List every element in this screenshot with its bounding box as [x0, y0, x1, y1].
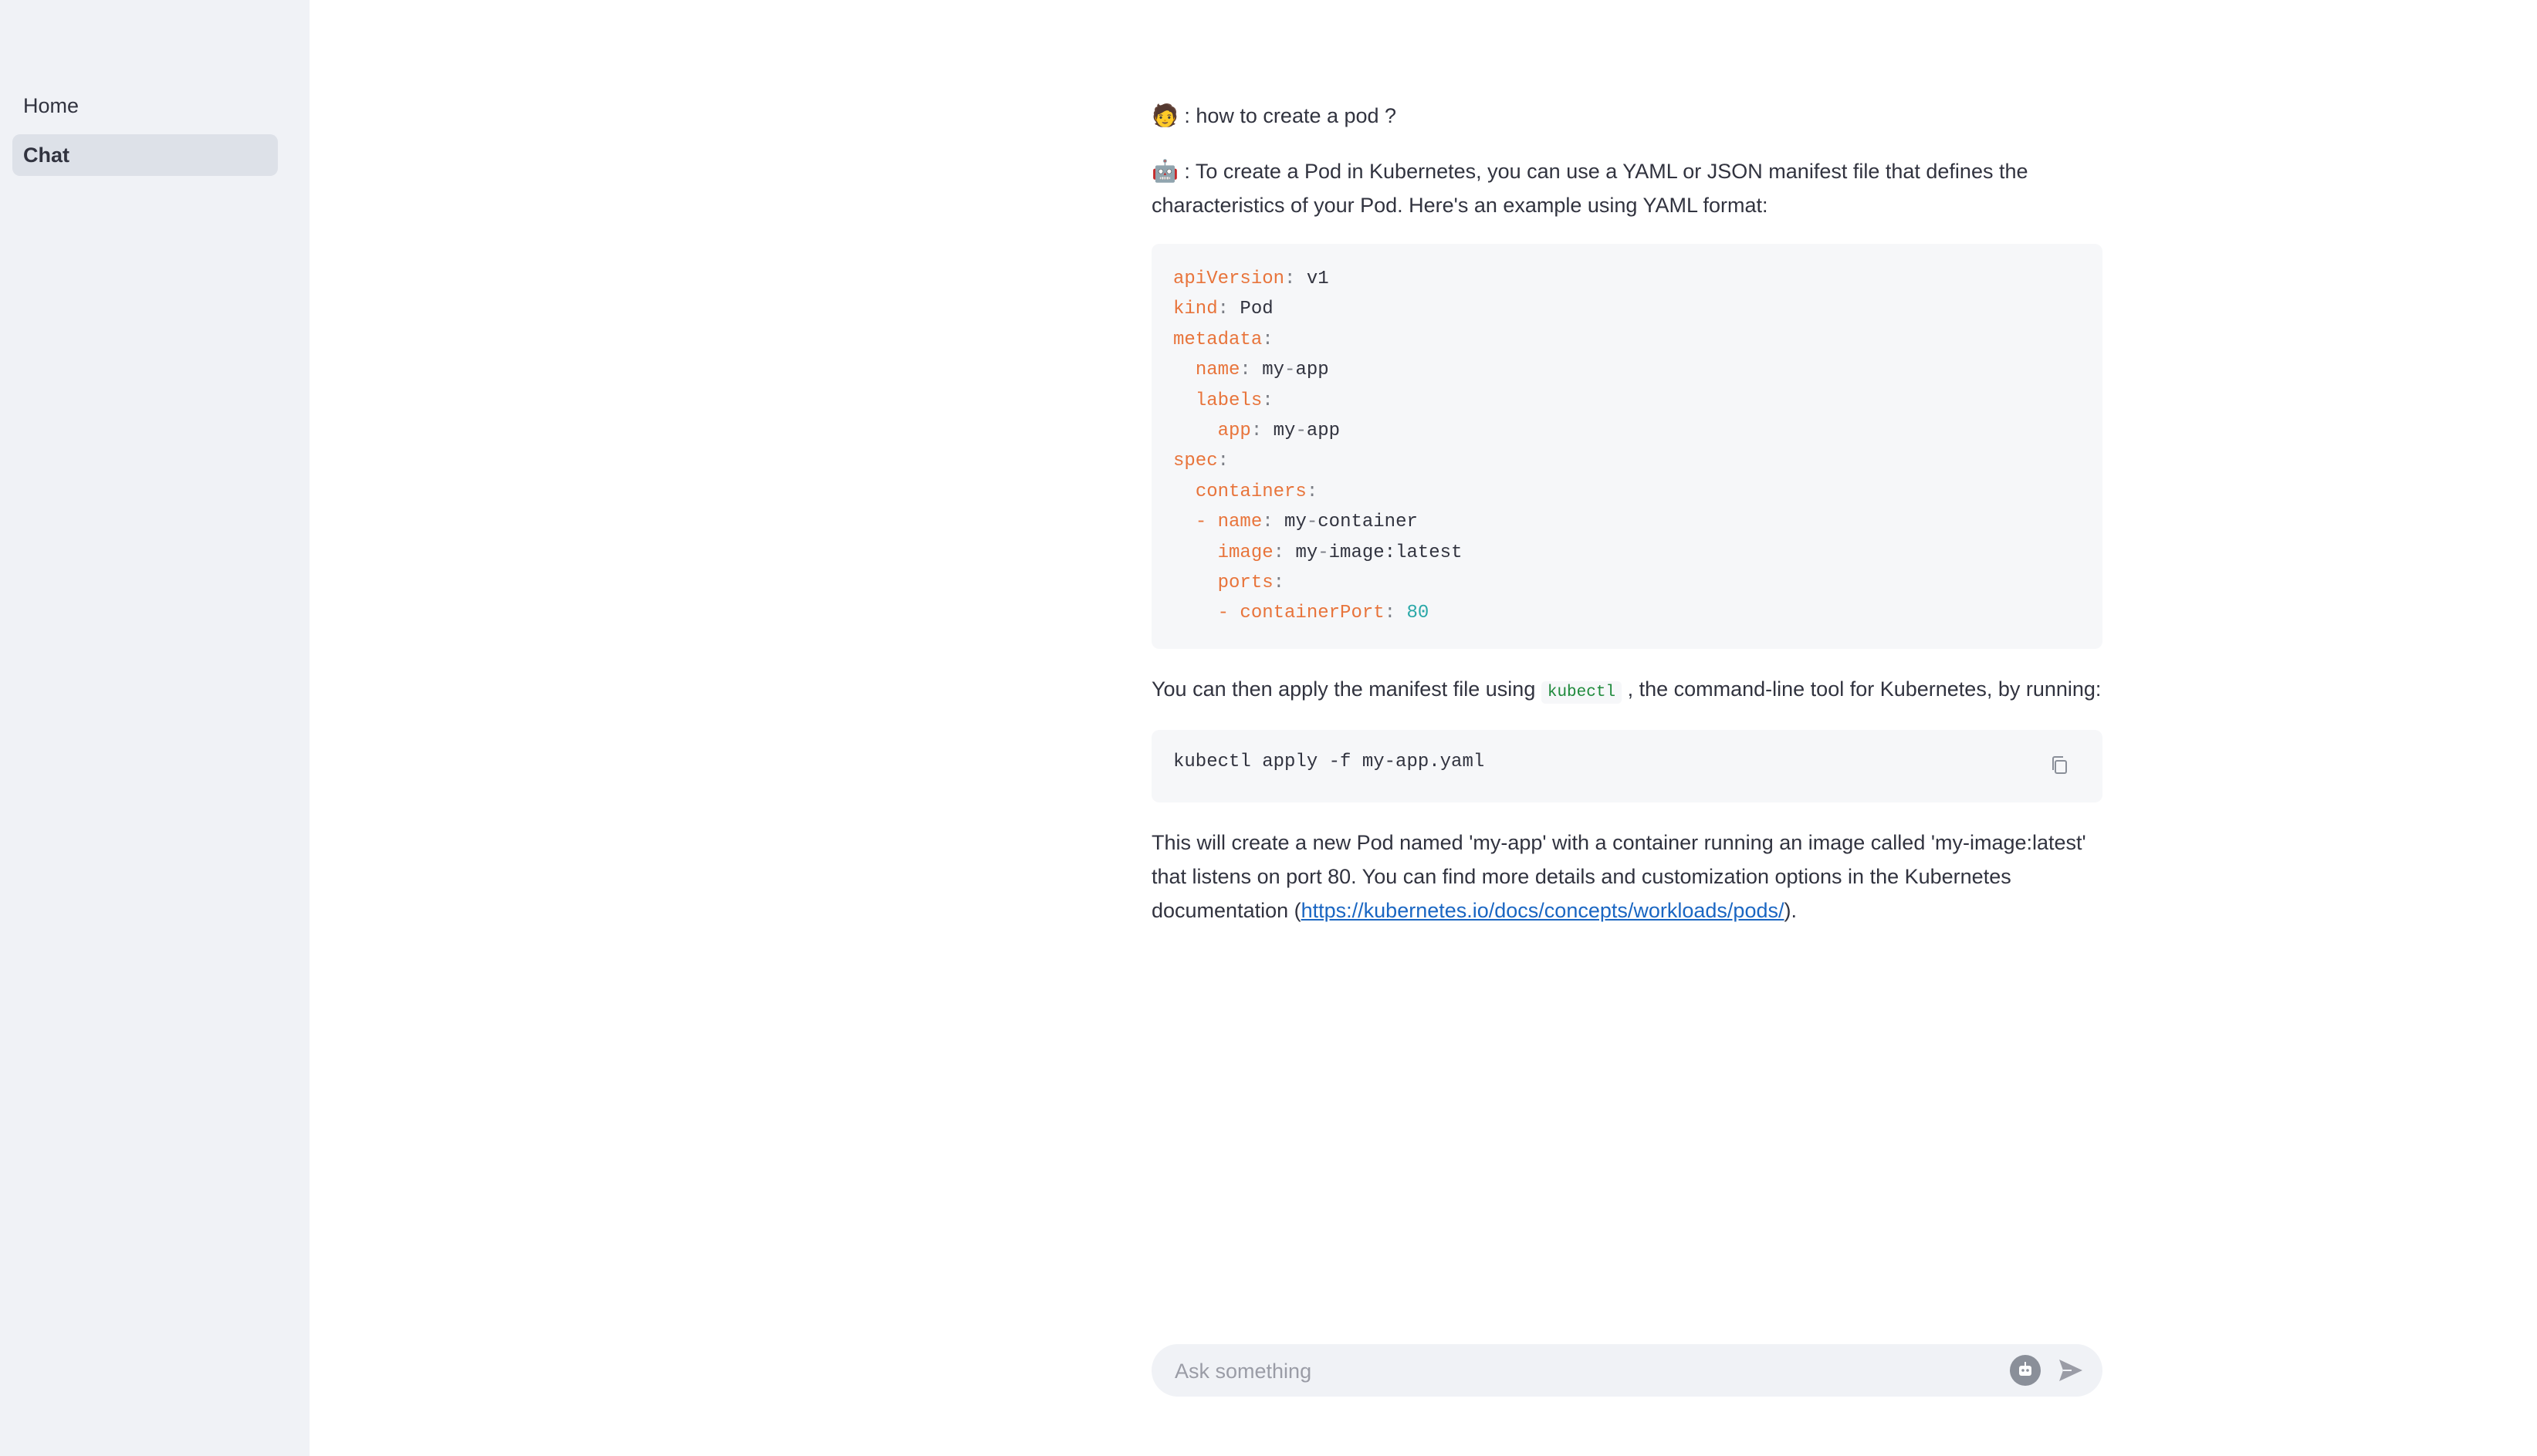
- code-line: apiVersion: v1: [1173, 264, 2081, 294]
- yaml-value: my: [1262, 360, 1285, 381]
- user-message: 🧑 : how to create a pod ?: [1152, 99, 2102, 133]
- user-message-text: : how to create a pod ?: [1178, 104, 1397, 127]
- closing-message: This will create a new Pod named 'my-app…: [1152, 826, 2102, 927]
- yaml-list-dash: -: [1195, 512, 1218, 533]
- inline-code-kubectl: kubectl: [1541, 681, 1622, 704]
- yaml-punct: -: [1295, 421, 1307, 442]
- yaml-key: containerPort: [1240, 603, 1385, 624]
- yaml-value: Pod: [1240, 299, 1274, 320]
- yaml-value: my: [1284, 512, 1307, 533]
- chat-input-bar: [1152, 1344, 2102, 1398]
- yaml-key: spec: [1173, 451, 1218, 472]
- bot-avatar-button[interactable]: [2010, 1355, 2041, 1386]
- kubernetes-docs-link[interactable]: https://kubernetes.io/docs/concepts/work…: [1301, 899, 1784, 922]
- code-line: labels:: [1173, 386, 2081, 416]
- yaml-colon: :: [1306, 481, 1318, 502]
- yaml-punct: -: [1318, 542, 1329, 563]
- yaml-colon: :: [1217, 451, 1230, 472]
- yaml-colon: :: [1384, 603, 1407, 624]
- command-text: kubectl apply -f my-app.yaml: [1173, 751, 1485, 772]
- yaml-key: image: [1217, 542, 1274, 563]
- yaml-key: kind: [1173, 299, 1218, 320]
- code-line: name: my-app: [1173, 355, 2081, 385]
- yaml-number: 80: [1406, 603, 1429, 624]
- apply-text-before: You can then apply the manifest file usi…: [1152, 677, 1541, 701]
- yaml-colon: :: [1273, 542, 1296, 563]
- yaml-punct: -: [1306, 512, 1318, 533]
- yaml-key: name: [1217, 512, 1263, 533]
- yaml-key: app: [1217, 421, 1251, 442]
- yaml-value: my: [1273, 421, 1296, 442]
- yaml-value: v1: [1306, 269, 1329, 289]
- chat-thread: 🧑 : how to create a pod ? 🤖 : To create …: [1152, 99, 2102, 927]
- send-icon[interactable]: [2056, 1356, 2085, 1384]
- code-line: image: my-image:latest: [1173, 538, 2081, 568]
- yaml-value: container: [1318, 512, 1418, 533]
- yaml-colon: :: [1217, 299, 1240, 320]
- sidebar-item-chat[interactable]: Chat: [12, 134, 278, 176]
- yaml-code-block[interactable]: apiVersion: v1 kind: Pod metadata: name: m…: [1152, 244, 2102, 649]
- closing-end: ).: [1784, 898, 1797, 922]
- bot-avatar-icon: 🤖: [1152, 159, 1179, 183]
- yaml-list-dash: -: [1217, 603, 1240, 624]
- code-line: kind: Pod: [1173, 294, 2081, 324]
- chat-input[interactable]: [1173, 1344, 1979, 1398]
- code-line: spec:: [1173, 446, 2081, 476]
- yaml-punct: -: [1284, 360, 1296, 381]
- sidebar: Home Chat: [0, 0, 310, 1456]
- yaml-value: image:latest: [1328, 542, 1463, 563]
- yaml-key: labels: [1195, 390, 1263, 411]
- command-code-block[interactable]: kubectl apply -f my-app.yaml: [1152, 729, 2102, 802]
- yaml-colon: :: [1262, 512, 1285, 533]
- yaml-value: app: [1295, 360, 1329, 381]
- yaml-key: containers: [1195, 481, 1307, 502]
- robot-icon: [2019, 1362, 2031, 1376]
- yaml-colon: :: [1284, 269, 1307, 289]
- sidebar-item-home[interactable]: Home: [12, 85, 278, 127]
- code-line: containers:: [1173, 477, 2081, 507]
- yaml-value: my: [1295, 542, 1318, 563]
- yaml-key: metadata: [1173, 329, 1263, 350]
- yaml-key: ports: [1217, 573, 1274, 594]
- yaml-colon: :: [1273, 573, 1285, 594]
- yaml-key: apiVersion: [1173, 269, 1285, 289]
- code-line: metadata:: [1173, 325, 2081, 355]
- sidebar-nav: Home Chat: [12, 85, 278, 184]
- apply-instructions: You can then apply the manifest file usi…: [1152, 672, 2102, 710]
- code-line: - name: my-container: [1173, 507, 2081, 537]
- code-line: - containerPort: 80: [1173, 598, 2081, 628]
- yaml-colon: :: [1250, 421, 1274, 442]
- apply-text-after: , the command-line tool for Kubernetes, …: [1622, 677, 2102, 701]
- yaml-colon: :: [1262, 329, 1274, 350]
- yaml-colon: :: [1240, 360, 1263, 381]
- bot-message-intro: 🤖 : To create a Pod in Kubernetes, you c…: [1152, 154, 2102, 222]
- user-avatar-icon: 🧑: [1152, 103, 1179, 127]
- code-line: app: my-app: [1173, 416, 2081, 446]
- yaml-colon: :: [1262, 390, 1274, 411]
- bot-intro-text: : To create a Pod in Kubernetes, you can…: [1152, 160, 2028, 217]
- copy-icon[interactable]: [2048, 753, 2073, 778]
- code-line: ports:: [1173, 568, 2081, 598]
- yaml-value: app: [1306, 421, 1341, 442]
- yaml-key: name: [1195, 360, 1240, 381]
